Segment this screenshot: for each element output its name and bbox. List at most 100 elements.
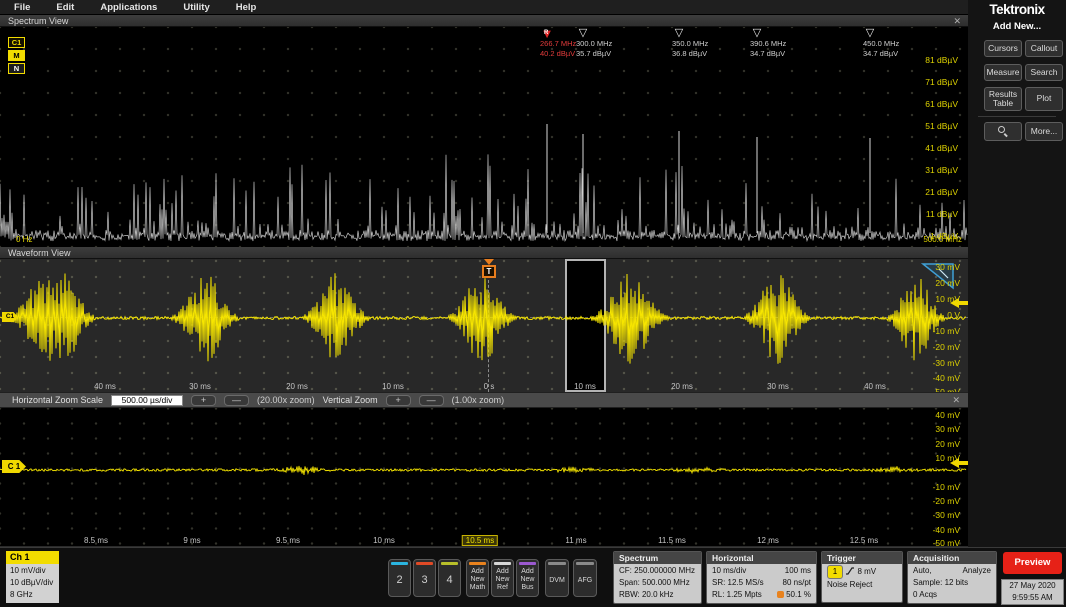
- waveform-x-tick: 30 ms: [767, 382, 789, 391]
- marker-triangle-icon: ▽: [750, 28, 764, 39]
- trigger-badge[interactable]: Trigger 1 8 mV Noise Reject: [821, 551, 903, 603]
- dvm-button[interactable]: DVM: [545, 559, 569, 597]
- spectrum-marker[interactable]: ▽ 390.6 MHz 34.7 dBµV: [750, 28, 826, 58]
- horizontal-zoom-scale-input[interactable]: [111, 395, 183, 406]
- zoom-trace: [0, 408, 968, 547]
- waveform-y-tick: -30 mV: [916, 358, 960, 368]
- spectrum-y-tick: 21 dBµV: [906, 187, 958, 197]
- h-zoom-plus-button[interactable]: +: [191, 395, 216, 406]
- waveform-x-tick: 10 ms: [574, 382, 596, 391]
- spectrum-trace-handle-max[interactable]: M: [8, 50, 25, 61]
- zoom-y-tick: 40 mV: [916, 410, 960, 420]
- zoom-y-tick: 10 mV: [916, 453, 960, 463]
- vertical-zoom-label: Vertical Zoom: [323, 395, 378, 405]
- add-new-header: Add New...: [968, 21, 1066, 32]
- zoom-x-tick-highlighted: 10.5 ms: [462, 536, 498, 545]
- zoom-x-tick: 9.5 ms: [276, 536, 300, 545]
- spectrum-trace-handle-normal[interactable]: N: [8, 63, 25, 74]
- waveform-x-tick: 20 ms: [286, 382, 308, 391]
- spectrum-graph[interactable]: C1 M N ▼R 266.7 MHz 40.2 dBµV ▽ 300.0 MH…: [0, 27, 968, 247]
- spectrum-view-titlebar: Spectrum View ✕: [0, 15, 968, 27]
- menu-utility[interactable]: Utility: [183, 2, 209, 13]
- waveform-view-titlebar: Waveform View: [0, 247, 968, 259]
- waveform-graph[interactable]: T C1 30 mV 20 mV 10 mV 0 V -10 mV -20 mV…: [0, 259, 968, 392]
- callout-button[interactable]: Callout: [1025, 40, 1063, 57]
- waveform-x-tick: 0 s: [484, 382, 495, 391]
- channel1-badge[interactable]: Ch 1 10 mV/div 10 dBµV/div 8 GHz: [6, 551, 59, 603]
- spectrum-y-tick: 31 dBµV: [906, 165, 958, 175]
- sidebar-divider: [978, 116, 1056, 117]
- add-new-math-button[interactable]: Add New Math: [466, 559, 489, 597]
- zoom-y-tick: -40 mV: [916, 525, 960, 535]
- channel3-button[interactable]: 3: [413, 559, 436, 597]
- menu-edit[interactable]: Edit: [56, 2, 74, 13]
- spectrum-badge[interactable]: Spectrum CF: 250.000000 MHz Span: 500.00…: [613, 551, 702, 604]
- zoom-y-tick: -30 mV: [916, 510, 960, 520]
- plot-button[interactable]: Plot: [1025, 87, 1063, 111]
- close-icon[interactable]: ✕: [952, 395, 960, 406]
- results-table-button[interactable]: Results Table: [984, 87, 1022, 111]
- time: 9:59:55 AM: [1002, 592, 1063, 604]
- zoom-x-tick: 12 ms: [757, 536, 779, 545]
- ch1-spectrum-scale: 10 dBµV/div: [10, 577, 55, 589]
- zoom-x-tick: 11.5 ms: [658, 536, 686, 545]
- waveform-view-title: Waveform View: [8, 248, 71, 258]
- waveform-y-tick: -40 mV: [916, 373, 960, 383]
- menu-applications[interactable]: Applications: [100, 2, 157, 13]
- spectrum-marker[interactable]: ▽ 450.0 MHz 34.7 dBµV: [863, 28, 939, 58]
- v-zoom-plus-button[interactable]: +: [386, 395, 411, 406]
- more-button[interactable]: More...: [1025, 122, 1063, 141]
- v-zoom-minus-button[interactable]: —: [419, 395, 444, 406]
- bottom-settings-bar: Ch 1 10 mV/div 10 dBµV/div 8 GHz 2 3 4 A…: [0, 547, 1066, 607]
- waveform-y-tick: 20 mV: [916, 278, 960, 288]
- v-zoom-factor: (1.00x zoom): [452, 395, 505, 405]
- spectrum-trace: [0, 27, 968, 247]
- zoom-y-tick: -10 mV: [916, 482, 960, 492]
- afg-button[interactable]: AFG: [573, 559, 597, 597]
- cursors-button[interactable]: Cursors: [984, 40, 1022, 57]
- trigger-position-flag[interactable]: T: [481, 259, 497, 278]
- spectrum-marker[interactable]: ▽ 350.0 MHz 36.8 dBµV: [672, 28, 748, 58]
- spectrum-y-tick: 61 dBµV: [906, 99, 958, 109]
- preview-button[interactable]: Preview: [1003, 552, 1062, 574]
- menu-help[interactable]: Help: [236, 2, 257, 13]
- h-zoom-factor: (20.00x zoom): [257, 395, 315, 405]
- spectrum-trace-handle-c1[interactable]: C1: [8, 37, 25, 48]
- acquisition-count: 0 Acqs: [913, 589, 991, 601]
- spectrum-view-title: Spectrum View: [8, 16, 68, 26]
- zoom-settings-button[interactable]: [984, 122, 1022, 141]
- add-new-bus-button[interactable]: Add New Bus: [516, 559, 539, 597]
- spectrum-marker[interactable]: ▽ 300.0 MHz 35.7 dBµV: [576, 28, 652, 58]
- tektronix-logo: Tektronix: [968, 2, 1066, 17]
- menu-file[interactable]: File: [14, 2, 30, 13]
- reference-marker-icon: ▼R: [540, 28, 554, 39]
- waveform-y-tick: 0 V: [916, 310, 960, 320]
- h-zoom-minus-button[interactable]: —: [224, 395, 249, 406]
- date: 27 May 2020: [1002, 580, 1063, 592]
- rising-edge-icon: [845, 566, 855, 575]
- horizontal-badge[interactable]: Horizontal 10 ms/div100 ms SR: 12.5 MS/s…: [706, 551, 817, 604]
- zoom-detail-graph[interactable]: C 1 40 mV 30 mV 20 mV 10 mV -10 mV -20 m…: [0, 408, 968, 547]
- acquisition-badge[interactable]: Acquisition Auto,Analyze Sample: 12 bits…: [907, 551, 997, 604]
- search-button[interactable]: Search: [1025, 64, 1063, 81]
- add-new-ref-button[interactable]: Add New Ref: [491, 559, 514, 597]
- channel4-button[interactable]: 4: [438, 559, 461, 597]
- spectrum-cf: CF: 250.000000 MHz: [619, 565, 696, 577]
- measure-button[interactable]: Measure: [984, 64, 1022, 81]
- zoom-x-tick: 8.5 ms: [84, 536, 108, 545]
- spectrum-y-tick: 81 dBµV: [906, 55, 958, 65]
- spectrum-rbw: RBW: 20.0 kHz: [619, 589, 696, 601]
- spectrum-x-end: 500.0 MHz: [923, 235, 962, 244]
- expansion-point-icon: [777, 591, 784, 598]
- close-icon[interactable]: ✕: [953, 15, 961, 27]
- waveform-x-tick: 20 ms: [671, 382, 693, 391]
- trigger-source-chip: 1: [827, 565, 843, 579]
- spectrum-y-tick: 41 dBµV: [906, 143, 958, 153]
- channel1-badge-title: Ch 1: [6, 551, 59, 564]
- spectrum-y-tick: 11 dBµV: [906, 209, 958, 219]
- spectrum-y-tick: 51 dBµV: [906, 121, 958, 131]
- waveform-x-tick: 30 ms: [189, 382, 211, 391]
- marker-triangle-icon: ▽: [863, 28, 877, 39]
- waveform-y-tick: 10 mV: [916, 294, 960, 304]
- channel2-button[interactable]: 2: [388, 559, 411, 597]
